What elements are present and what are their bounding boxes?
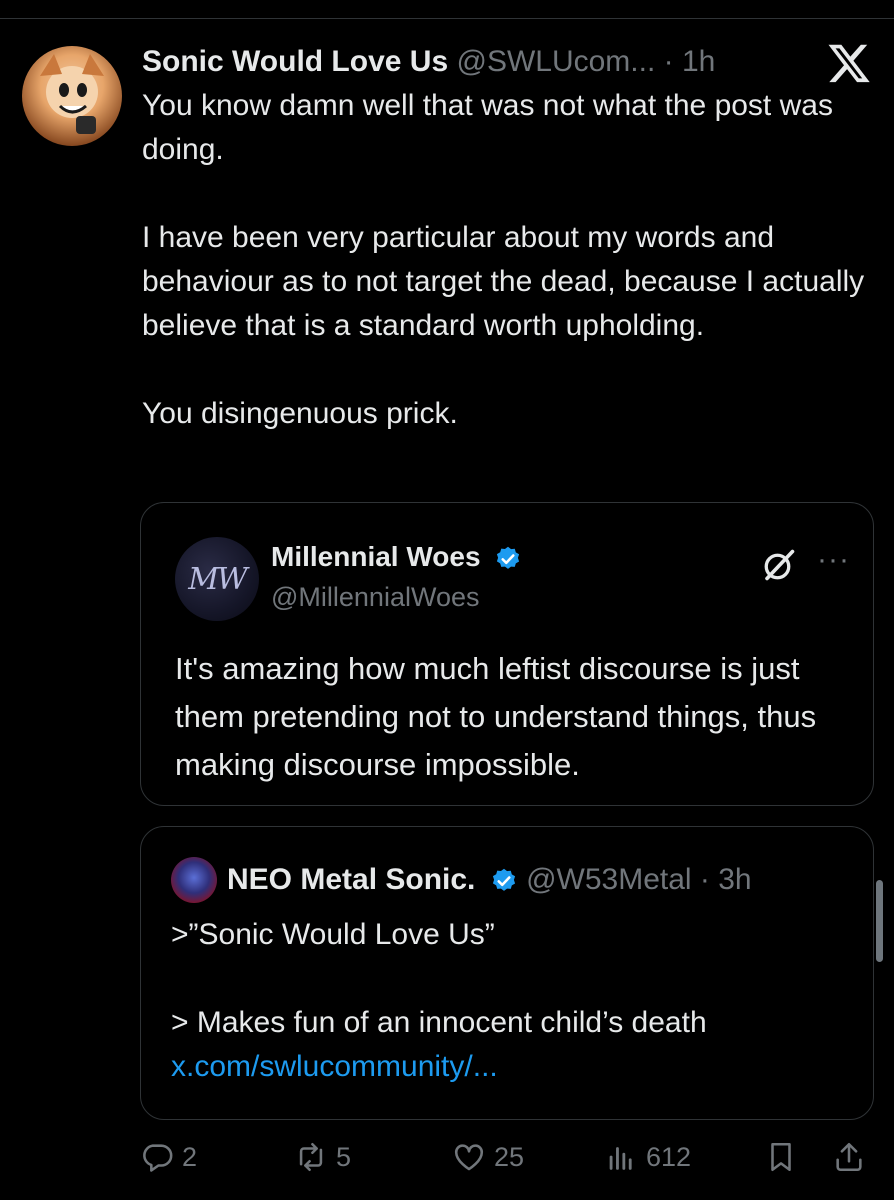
post-time[interactable]: · 1h bbox=[664, 45, 716, 78]
more-options-icon[interactable]: ··· bbox=[817, 543, 850, 577]
views-icon bbox=[609, 1147, 632, 1170]
post-body: You know damn well that was not what the… bbox=[142, 84, 882, 436]
author-handle[interactable]: @SWLUcom... bbox=[456, 45, 655, 78]
verified-badge-icon bbox=[497, 546, 520, 569]
quoted-post-header: NEO Metal Sonic. @W53Metal · 3h bbox=[227, 857, 752, 903]
bookmark-icon bbox=[771, 1142, 791, 1172]
share-icon bbox=[836, 1142, 862, 1172]
quoted-post-line: > Makes fun of an innocent child’s death… bbox=[171, 1001, 851, 1089]
quoted-post-millennial-woes[interactable]: MW Millennial Woes @MillennialWoes ··· I… bbox=[140, 502, 874, 806]
views-button[interactable]: 612 bbox=[604, 1140, 691, 1174]
post-paragraph: I have been very particular about my wor… bbox=[142, 221, 865, 342]
avatar-art bbox=[40, 54, 104, 134]
quoted-author-name[interactable]: NEO Metal Sonic. bbox=[227, 863, 475, 896]
author-name[interactable]: Sonic Would Love Us bbox=[142, 45, 448, 78]
author-avatar[interactable] bbox=[22, 46, 122, 146]
scrollbar[interactable] bbox=[876, 880, 883, 962]
bookmark-button[interactable] bbox=[764, 1140, 798, 1174]
quoted-author-handle[interactable]: @W53Metal bbox=[526, 863, 692, 896]
heart-icon bbox=[454, 1144, 484, 1171]
grok-icon[interactable] bbox=[761, 547, 797, 583]
x-logo-icon bbox=[828, 44, 870, 83]
quoted-author-handle[interactable]: @MillennialWoes bbox=[271, 577, 480, 617]
quoted-author-name-text: Millennial Woes bbox=[271, 541, 481, 572]
quoted-post-text: >”Sonic Would Love Us” > Makes fun of an… bbox=[171, 913, 851, 1089]
top-divider bbox=[0, 18, 894, 19]
quoted-author-name[interactable]: Millennial Woes bbox=[271, 537, 522, 577]
share-button[interactable] bbox=[832, 1140, 866, 1174]
verified-badge-icon bbox=[492, 868, 515, 891]
views-count: 612 bbox=[646, 1141, 692, 1172]
quoted-post-line: >”Sonic Would Love Us” bbox=[171, 918, 495, 951]
quoted-author-avatar[interactable] bbox=[171, 857, 217, 903]
reply-count: 2 bbox=[182, 1141, 198, 1172]
quoted-post-neo-metal-sonic[interactable]: NEO Metal Sonic. @W53Metal · 3h >”Sonic … bbox=[140, 826, 874, 1120]
post-header: Sonic Would Love Us @SWLUcom... · 1h bbox=[142, 40, 715, 84]
like-button[interactable]: 25 bbox=[452, 1140, 524, 1174]
repost-button[interactable]: 5 bbox=[294, 1140, 351, 1174]
like-count: 25 bbox=[494, 1141, 525, 1172]
quoted-post-line-text: > Makes fun of an innocent child’s death bbox=[171, 1006, 707, 1039]
quoted-post-link[interactable]: x.com/swlucommunity/... bbox=[171, 1050, 498, 1083]
quoted-post-time[interactable]: · 3h bbox=[700, 863, 752, 896]
post-paragraph: You disingenuous prick. bbox=[142, 397, 458, 430]
avatar-monogram: MW bbox=[188, 561, 248, 597]
reply-icon bbox=[143, 1144, 173, 1172]
quoted-post-text: It's amazing how much leftist discourse … bbox=[175, 651, 817, 782]
post-paragraph: You know damn well that was not what the… bbox=[142, 89, 833, 166]
repost-icon bbox=[299, 1142, 323, 1172]
reply-button[interactable]: 2 bbox=[140, 1140, 197, 1174]
quoted-author-avatar[interactable]: MW bbox=[175, 537, 259, 621]
repost-count: 5 bbox=[336, 1141, 352, 1172]
action-bar: 2 5 25 612 bbox=[0, 1140, 894, 1180]
